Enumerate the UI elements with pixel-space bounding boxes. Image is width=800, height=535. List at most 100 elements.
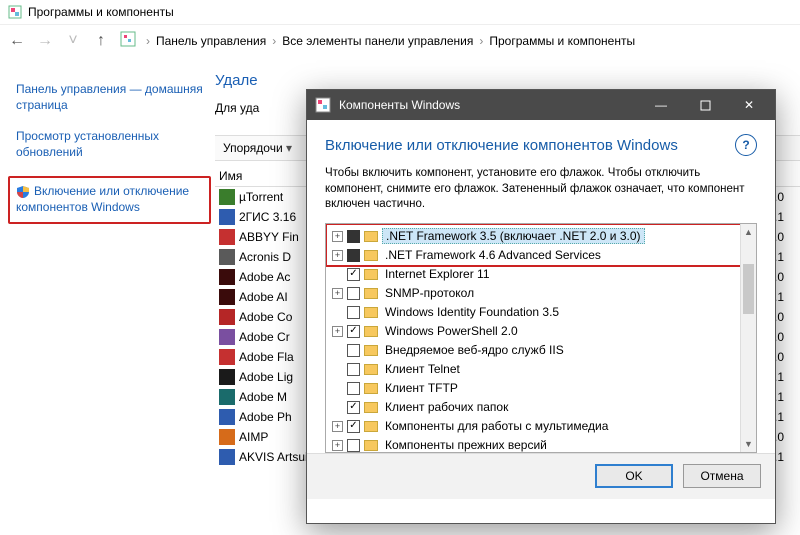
page-heading: Удале [215,72,800,89]
app-icon [219,309,235,325]
folder-icon [364,288,378,299]
folder-icon [364,345,378,356]
feature-label: .NET Framework 3.5 (включает .NET 2.0 и … [382,228,645,244]
app-icon [219,349,235,365]
expand-icon[interactable]: + [332,421,343,432]
folder-icon [364,421,378,432]
feature-label: Компоненты для работы с мультимедиа [382,419,611,433]
scroll-thumb[interactable] [743,264,754,314]
expand-icon[interactable]: + [332,231,343,242]
crumb-1[interactable]: Все элементы панели управления [282,34,473,48]
feature-label: Компоненты прежних версий [382,438,550,452]
folder-icon [364,402,378,413]
app-icon [219,389,235,405]
feature-checkbox[interactable] [347,363,360,376]
feature-checkbox[interactable] [347,344,360,357]
app-icon [219,189,235,205]
tree-scrollbar[interactable]: ▲ ▼ [740,224,756,452]
side-link-home[interactable]: Панель управления — домашняя страница [16,82,207,113]
app-icon [219,329,235,345]
chevron-right-icon: › [479,34,483,48]
side-link-updates[interactable]: Просмотр установленных обновлений [16,129,207,160]
feature-node[interactable]: +SNMP-протокол [326,284,756,303]
crumb-0[interactable]: Панель управления [156,34,266,48]
dialog-button-row: OK Отмена [307,453,775,499]
feature-checkbox[interactable] [347,420,360,433]
feature-node[interactable]: + .NET Framework 4.6 Advanced Services [326,246,756,265]
feature-label: Windows PowerShell 2.0 [382,324,521,338]
app-icon [219,249,235,265]
explorer-titlebar: Программы и компоненты [0,0,800,24]
feature-label: Клиент TFTP [382,381,461,395]
expand-icon[interactable]: + [332,326,343,337]
maximize-button[interactable] [683,90,727,120]
feature-checkbox[interactable] [347,382,360,395]
feature-label: .NET Framework 4.6 Advanced Services [382,248,604,262]
feature-node[interactable]: Клиент Telnet [326,360,756,379]
nav-forward: → [36,32,54,50]
nav-up[interactable]: ↑ [92,32,110,50]
folder-icon [364,326,378,337]
feature-checkbox[interactable] [347,287,360,300]
feature-checkbox[interactable] [347,249,360,262]
feature-label: Клиент рабочих папок [382,400,511,414]
feature-node[interactable]: + Компоненты прежних версий [326,436,756,452]
folder-icon [364,250,378,261]
folder-icon [364,440,378,451]
scroll-down-icon[interactable]: ▼ [741,436,756,452]
nav-back[interactable]: ← [8,32,26,50]
expand-icon[interactable]: + [332,440,343,451]
side-link-features[interactable]: Включение или отключение компонентов Win… [8,176,211,223]
app-icon [219,269,235,285]
windows-features-dialog: Компоненты Windows — ✕ Включение или отк… [306,89,776,524]
feature-label: Internet Explorer 11 [382,267,493,281]
feature-tree: + .NET Framework 3.5 (включает .NET 2.0 и… [325,223,757,453]
feature-node[interactable]: + Windows PowerShell 2.0 [326,322,756,341]
app-icon [219,429,235,445]
chevron-right-icon: › [272,34,276,48]
expand-icon[interactable]: + [332,288,343,299]
feature-label: Windows Identity Foundation 3.5 [382,305,562,319]
feature-checkbox[interactable] [347,325,360,338]
feature-checkbox[interactable] [347,268,360,281]
navbar: ← → ˅ ↑ › Панель управления › Все элемен… [0,24,800,56]
feature-node[interactable]: Клиент рабочих папок [326,398,756,417]
minimize-button[interactable]: — [639,90,683,120]
folder-icon [364,231,378,242]
dialog-description: Чтобы включить компонент, установите его… [325,166,757,213]
feature-node[interactable]: Internet Explorer 11 [326,265,756,284]
feature-checkbox[interactable] [347,401,360,414]
app-icon [219,449,235,465]
folder-icon [364,364,378,375]
feature-node[interactable]: Клиент TFTP [326,379,756,398]
cancel-button[interactable]: Отмена [683,464,761,488]
feature-node[interactable]: + .NET Framework 3.5 (включает .NET 2.0 и… [326,227,756,246]
side-link-features-label: Включение или отключение компонентов Win… [16,184,189,214]
nav-recent[interactable]: ˅ [64,32,82,50]
close-button[interactable]: ✕ [727,90,771,120]
address-icon [120,31,136,50]
feature-label: Клиент Telnet [382,362,463,376]
app-icon [219,289,235,305]
toolbar-arrange[interactable]: Упорядочи [223,141,292,155]
feature-checkbox[interactable] [347,230,360,243]
help-icon[interactable]: ? [735,134,757,156]
dialog-title: Компоненты Windows [339,98,639,112]
dialog-heading-text: Включение или отключение компонентов Win… [325,137,735,154]
feature-node[interactable]: + Компоненты для работы с мультимедиа [326,417,756,436]
dialog-titlebar[interactable]: Компоненты Windows — ✕ [307,90,775,120]
side-panel: Панель управления — домашняя страница Пр… [0,56,215,535]
feature-checkbox[interactable] [347,306,360,319]
expand-icon[interactable]: + [332,250,343,261]
app-icon [219,369,235,385]
breadcrumbs: › Панель управления › Все элементы панел… [146,34,792,48]
crumb-2[interactable]: Программы и компоненты [489,34,635,48]
ok-button[interactable]: OK [595,464,673,488]
feature-node[interactable]: Windows Identity Foundation 3.5 [326,303,756,322]
folder-icon [364,383,378,394]
explorer-title: Программы и компоненты [28,5,174,19]
scroll-up-icon[interactable]: ▲ [741,224,756,240]
feature-node[interactable]: Внедряемое веб-ядро служб IIS [326,341,756,360]
feature-checkbox[interactable] [347,439,360,452]
chevron-right-icon: › [146,34,150,48]
